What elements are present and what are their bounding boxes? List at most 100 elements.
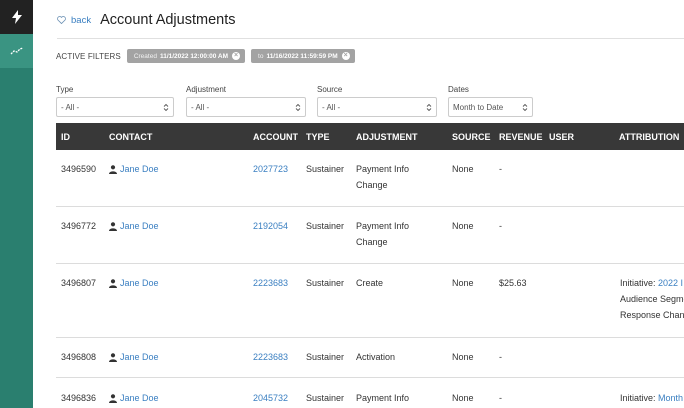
contact-link[interactable]: Jane Doe: [120, 275, 159, 291]
remove-filter-icon[interactable]: ×: [232, 52, 241, 60]
contact-link[interactable]: Jane Doe: [120, 390, 159, 406]
cell-adjustment: Create: [356, 278, 384, 288]
table-row: 3496836 Jane Doe 2045732 Sustainer Payme…: [56, 378, 684, 408]
contact-link[interactable]: Jane Doe: [120, 349, 159, 365]
dates-filter: Dates Month to Date: [448, 85, 533, 117]
account-link[interactable]: 2223683: [253, 349, 288, 365]
back-link[interactable]: back: [57, 15, 91, 26]
cell-id: 3496808: [61, 352, 97, 362]
main-content: back Account Adjustments ACTIVE FILTERS …: [33, 0, 684, 408]
filter-chip-to[interactable]: to 11/16/2022 11:59:59 PM ×: [251, 49, 355, 63]
page-header: back Account Adjustments: [57, 10, 236, 30]
cell-source: None: [452, 278, 474, 288]
page-title: Account Adjustments: [100, 12, 236, 28]
person-icon: [109, 164, 117, 174]
column-header-account[interactable]: ACCOUNT: [253, 132, 298, 142]
header-divider: [57, 38, 684, 39]
up-down-chevron-icon: [163, 103, 169, 111]
cell-adjustment: Activation: [356, 352, 396, 362]
type-filter: Type - All -: [56, 85, 174, 117]
filter-chip-value: 11/1/2022 12:00:00 AM: [159, 52, 229, 60]
type-select[interactable]: - All -: [56, 97, 174, 117]
adjustment-filter: Adjustment - All -: [186, 85, 306, 117]
cell-contact: Jane Doe: [109, 161, 159, 177]
contact-link[interactable]: Jane Doe: [120, 161, 159, 177]
up-down-chevron-icon: [522, 103, 528, 111]
dates-select-value: Month to Date: [453, 102, 504, 112]
column-header-type[interactable]: TYPE: [306, 132, 330, 142]
filter-chip-value: 11/16/2022 11:59:59 PM: [266, 52, 338, 60]
rail-trend-button[interactable]: [0, 34, 33, 68]
column-header-contact[interactable]: CONTACT: [109, 132, 152, 142]
cell-source: None: [452, 352, 474, 362]
cell-attribution-channel: Response Chan: [620, 310, 684, 320]
person-icon: [109, 393, 117, 403]
table-row: 3496590 Jane Doe 2027723 Sustainer Payme…: [56, 150, 684, 207]
column-header-user[interactable]: USER: [549, 132, 574, 142]
cell-adjustment: Payment Info: [356, 164, 410, 174]
account-link[interactable]: 2045732: [253, 390, 288, 406]
table-row: 3496772 Jane Doe 2192054 Sustainer Payme…: [56, 207, 684, 264]
heart-icon: [57, 16, 66, 24]
cell-contact: Jane Doe: [109, 349, 159, 365]
adjustment-filter-label: Adjustment: [186, 85, 227, 94]
table-row: 3496808 Jane Doe 2223683 Sustainer Activ…: [56, 338, 684, 378]
table-header: ID CONTACT ACCOUNT TYPE ADJUSTMENT SOURC…: [56, 123, 684, 150]
cell-id: 3496772: [61, 221, 97, 231]
cell-adjustment: Payment Info: [356, 393, 410, 403]
cell-type: Sustainer: [306, 164, 345, 174]
account-link[interactable]: 2027723: [253, 161, 288, 177]
cell-source: None: [452, 164, 474, 174]
person-icon: [109, 278, 117, 288]
column-header-id[interactable]: ID: [61, 132, 70, 142]
cell-source: None: [452, 393, 474, 403]
cell-contact: Jane Doe: [109, 275, 159, 291]
left-rail: [0, 0, 33, 408]
column-header-revenue[interactable]: REVENUE: [499, 132, 543, 142]
cell-contact: Jane Doe: [109, 390, 159, 406]
active-filters-label: ACTIVE FILTERS: [56, 51, 121, 61]
account-link[interactable]: 2192054: [253, 218, 288, 234]
back-label: back: [71, 14, 92, 26]
filter-chip-key: Created: [133, 52, 157, 60]
remove-filter-icon[interactable]: ×: [341, 52, 350, 60]
cell-revenue: -: [499, 164, 502, 174]
cell-attribution: Initiative: Month: [620, 390, 683, 406]
initiative-link[interactable]: 2022 I: [658, 278, 683, 288]
cell-attribution-segment: Audience Segme: [620, 294, 684, 304]
cell-revenue: -: [499, 393, 502, 403]
dates-select[interactable]: Month to Date: [448, 97, 533, 117]
rail-bolt-button[interactable]: [0, 0, 33, 34]
initiative-link[interactable]: Month: [658, 393, 683, 403]
cell-contact: Jane Doe: [109, 218, 159, 234]
cell-type: Sustainer: [306, 393, 345, 403]
column-header-adjustment[interactable]: ADJUSTMENT: [356, 132, 418, 142]
cell-adjustment-line2: Change: [356, 180, 388, 190]
table-row: 3496807 Jane Doe 2223683 Sustainer Creat…: [56, 264, 684, 338]
column-header-attribution[interactable]: ATTRIBUTION: [619, 132, 679, 142]
cell-type: Sustainer: [306, 221, 345, 231]
cell-adjustment-line2: Change: [356, 237, 388, 247]
contact-link[interactable]: Jane Doe: [120, 218, 159, 234]
column-header-source[interactable]: SOURCE: [452, 132, 491, 142]
cell-source: None: [452, 221, 474, 231]
cell-attribution: Initiative: 2022 I: [620, 275, 683, 291]
adjustment-select-value: - All -: [191, 102, 210, 112]
up-down-chevron-icon: [295, 103, 301, 111]
filter-chip-created[interactable]: Created 11/1/2022 12:00:00 AM ×: [126, 49, 246, 63]
filter-chip-key: to: [258, 52, 264, 60]
attribution-initiative-label: Initiative:: [620, 278, 659, 288]
dates-filter-label: Dates: [448, 85, 469, 94]
up-down-chevron-icon: [426, 103, 432, 111]
cell-id: 3496590: [61, 164, 97, 174]
attribution-initiative-label: Initiative:: [620, 393, 659, 403]
cell-revenue: $25.63: [499, 278, 527, 288]
account-link[interactable]: 2223683: [253, 275, 288, 291]
type-select-value: - All -: [61, 102, 80, 112]
source-select[interactable]: - All -: [317, 97, 437, 117]
source-filter-label: Source: [317, 85, 343, 94]
cell-type: Sustainer: [306, 278, 345, 288]
adjustment-select[interactable]: - All -: [186, 97, 306, 117]
cell-revenue: -: [499, 221, 502, 231]
cell-revenue: -: [499, 352, 502, 362]
